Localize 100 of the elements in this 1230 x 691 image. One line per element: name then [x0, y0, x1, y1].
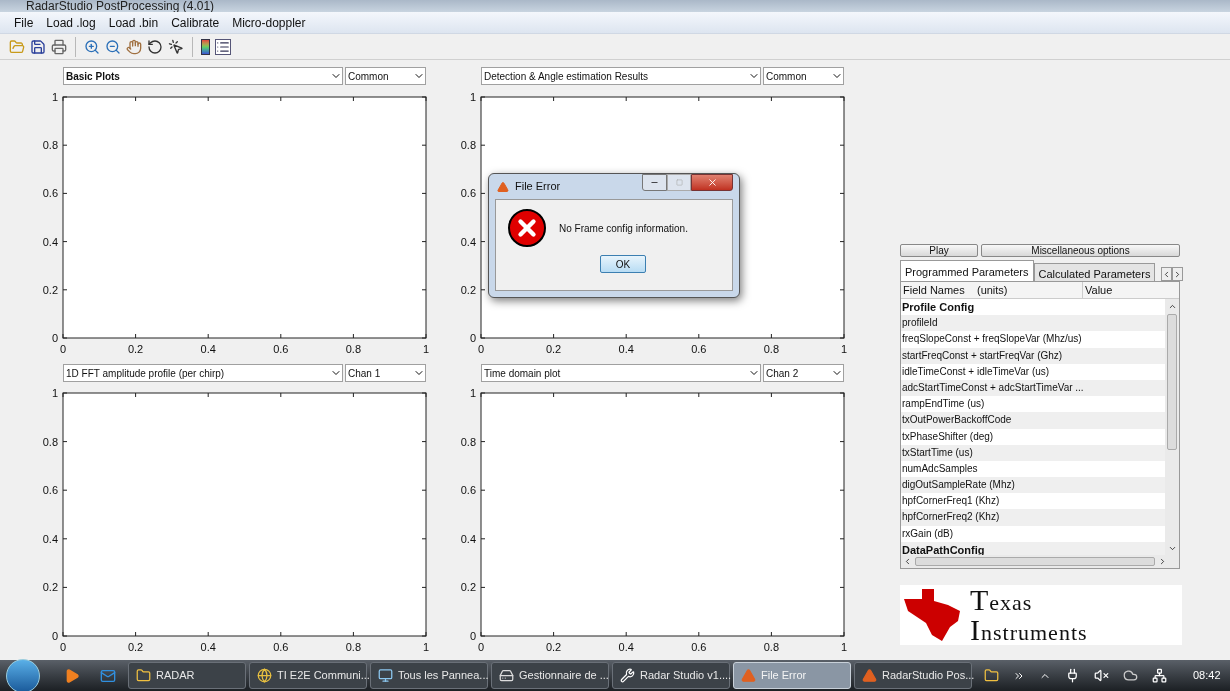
tab-scroll-left-button[interactable] — [1161, 267, 1173, 281]
channel-dropdown[interactable]: Chan 2 — [763, 364, 844, 382]
y-tick-label: 1 — [469, 91, 476, 103]
taskbar-button[interactable]: Gestionnaire de ... — [491, 662, 609, 689]
menu-item[interactable]: File — [14, 13, 34, 32]
plot-type-dropdown[interactable]: Detection & Angle estimation Results — [481, 67, 761, 85]
arrow-left-icon[interactable] — [903, 557, 912, 566]
error-message: No Frame config information. — [559, 221, 688, 236]
y-tick-label: 0.8 — [42, 139, 58, 152]
options-button[interactable]: Miscellaneous options — [981, 244, 1180, 257]
channel-dropdown[interactable]: Common — [763, 67, 844, 85]
arrow-up-icon[interactable] — [1167, 302, 1177, 311]
power-plug-icon[interactable] — [1065, 668, 1080, 683]
x-tick-label: 0.8 — [763, 641, 780, 653]
maximize-icon — [675, 179, 683, 186]
y-tick-label: 0.4 — [42, 532, 58, 545]
data-cursor-icon[interactable] — [168, 38, 184, 55]
x-tick-label: 0.8 — [763, 343, 780, 355]
y-tick-label: 1 — [51, 387, 58, 399]
y-tick-label: 1 — [469, 387, 476, 399]
y-tick-label: 0.4 — [460, 235, 476, 248]
field-name-cell-text: profileId — [901, 316, 939, 331]
tab[interactable]: Programmed Parameters — [900, 260, 1034, 281]
x-tick-label: 0.4 — [200, 641, 216, 653]
x-tick-label: 0 — [59, 343, 67, 355]
menu-item[interactable]: Load .bin — [108, 13, 159, 32]
x-tick-label: 1 — [422, 641, 430, 653]
start-button[interactable] — [6, 658, 40, 691]
channel-dropdown[interactable]: Common — [345, 67, 426, 85]
window-title: RadarStudio PostProcessing (4.01) — [26, 0, 215, 12]
x-tick-label: 0.6 — [691, 641, 707, 653]
zoom-in-icon[interactable] — [84, 38, 100, 55]
media-player-icon[interactable] — [64, 667, 80, 684]
field-name-cell-text: rxGain (dB) — [901, 526, 955, 541]
y-tick-label: 0.2 — [42, 581, 58, 594]
wrench-icon — [620, 668, 635, 683]
x-tick-label: 0 — [477, 343, 485, 355]
logo-text: Instruments — [970, 615, 1088, 645]
y-tick-label: 0.6 — [460, 484, 476, 497]
mail-icon[interactable] — [100, 667, 116, 684]
x-tick-label: 0.6 — [273, 641, 289, 653]
y-tick-label: 0.4 — [42, 235, 58, 248]
x-tick-label: 0.6 — [273, 343, 289, 355]
arrow-down-icon[interactable] — [1167, 544, 1177, 553]
field-name-cell-text: startFreqConst + startFreqVar (Ghz) — [901, 348, 1064, 363]
menu-item[interactable]: Micro-doppler — [232, 13, 306, 32]
taskbar-button[interactable]: RADAR — [128, 662, 246, 689]
x-tick-label: 0.4 — [200, 343, 216, 355]
muted-speaker-icon[interactable] — [1094, 668, 1109, 683]
colorbar-icon[interactable] — [201, 38, 210, 55]
ok-button[interactable]: OK — [600, 255, 646, 273]
menu-item[interactable]: Calibrate — [171, 13, 220, 32]
y-tick-label: 0 — [469, 332, 476, 344]
taskbar-button[interactable]: TI E2E Communi... — [249, 662, 367, 689]
x-tick-label: 0 — [477, 641, 485, 653]
close-button[interactable] — [691, 174, 733, 191]
zoom-out-icon[interactable] — [105, 38, 121, 55]
plot-type-dropdown[interactable]: Time domain plot — [481, 364, 761, 382]
channel-dropdown[interactable]: Chan 1 — [345, 364, 426, 382]
x-tick-label: 0.4 — [618, 343, 634, 355]
play-button[interactable]: Play — [900, 244, 978, 257]
x-tick-label: 1 — [422, 343, 430, 355]
network-icon[interactable] — [1152, 668, 1167, 683]
y-tick-label: 0.6 — [42, 187, 58, 200]
taskbar-button[interactable]: Radar Studio v1.... — [612, 662, 730, 689]
folder-icon[interactable] — [984, 668, 999, 683]
plot-type-dropdown[interactable]: 1D FFT amplitude profile (per chirp) — [63, 364, 343, 382]
save-icon[interactable] — [30, 38, 46, 55]
device-icon — [499, 668, 514, 683]
horizontal-scrollbar[interactable] — [901, 555, 1179, 568]
field-name-cell-text: txStartTime (us) — [901, 445, 974, 460]
x-tick-label: 0.4 — [618, 641, 634, 653]
y-tick-label: 0.8 — [42, 435, 58, 448]
field-name-cell-text: idleTimeConst + idleTimeVar (us) — [901, 364, 1051, 379]
y-tick-label: 0.8 — [460, 139, 476, 152]
clock: 08:42 — [1193, 668, 1221, 684]
peak-icon — [497, 180, 509, 193]
field-name-cell-text: numAdcSamples — [901, 461, 979, 476]
x-tick-label: 1 — [840, 343, 848, 355]
print-icon[interactable] — [51, 38, 67, 55]
tab[interactable]: Calculated Parameters — [1033, 263, 1156, 281]
legend-icon[interactable] — [215, 38, 231, 55]
menu-item[interactable]: Load .log — [46, 13, 96, 32]
y-tick-label: 0.2 — [42, 283, 58, 296]
close-icon — [706, 177, 718, 188]
minimize-button[interactable] — [642, 174, 667, 191]
x-tick-label: 0.2 — [545, 641, 562, 653]
plot-type-dropdown[interactable]: Basic Plots — [63, 67, 343, 85]
x-tick-label: 0.2 — [127, 343, 144, 355]
taskbar-button[interactable]: RadarStudio Pos... — [854, 662, 972, 689]
column-header: Field Names (units) — [901, 282, 1083, 298]
field-name-cell-text: digOutSampleRate (Mhz) — [901, 478, 1016, 493]
hand-icon[interactable] — [126, 38, 142, 55]
cloud-icon[interactable] — [1123, 668, 1138, 683]
arrow-right-icon[interactable] — [1158, 557, 1167, 566]
rotate-icon[interactable] — [147, 38, 163, 55]
y-tick-label: 0 — [469, 630, 476, 642]
tab-scroll-right-button[interactable] — [1172, 267, 1184, 281]
taskbar-button[interactable]: Tous les Pannea... — [370, 662, 488, 689]
vertical-scrollbar[interactable] — [1165, 299, 1179, 555]
